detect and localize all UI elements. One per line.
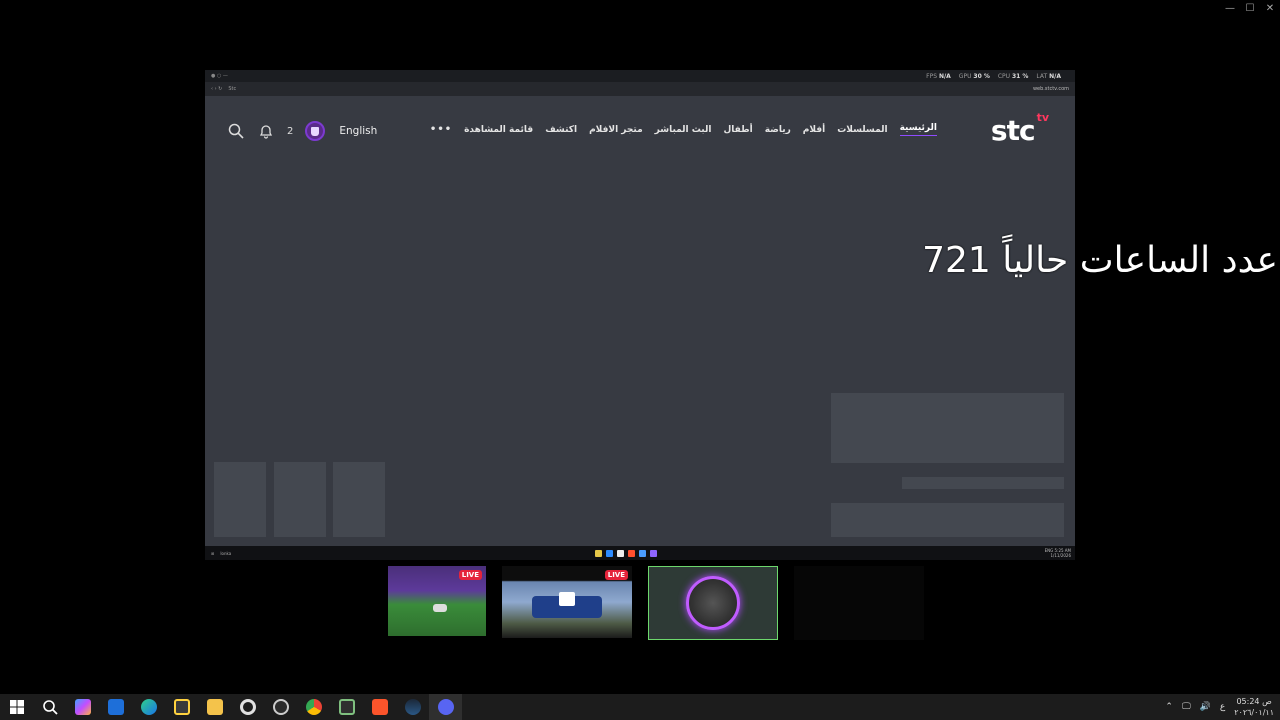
performance-stats: FPS N/A GPU 30 % CPU 31 % LAT N/A	[926, 73, 1069, 80]
gpu-stat: GPU 30 %	[958, 72, 990, 80]
nav-movies[interactable]: أفلام	[803, 125, 825, 135]
thumbnail-dark-stream[interactable]	[794, 566, 924, 640]
fps-stat: FPS N/A	[926, 72, 951, 80]
nav-kids[interactable]: أطفال	[723, 125, 752, 135]
remote-search[interactable]: Ionka	[220, 551, 231, 556]
minimize-icon[interactable]: —	[1220, 0, 1240, 16]
app-icon[interactable]	[617, 549, 624, 557]
obs-icon[interactable]	[264, 694, 297, 720]
chrome-icon[interactable]	[297, 694, 330, 720]
site-header: 2 English ••• قائمة المشاهدة اكتشف متجر …	[205, 96, 1075, 162]
orb-icon	[686, 576, 740, 630]
steam-icon[interactable]	[396, 694, 429, 720]
brave-icon[interactable]	[363, 694, 396, 720]
edge-icon[interactable]	[132, 694, 165, 720]
clock-time: 05:24 ص	[1236, 697, 1272, 706]
thumbnail-rocket-league[interactable]: LIVE	[388, 566, 486, 636]
remote-tab-dot-icon: ● ○ —	[211, 73, 228, 79]
network-icon[interactable]: 🖵	[1182, 702, 1191, 712]
file-explorer-icon[interactable]	[198, 694, 231, 720]
close-icon[interactable]: ✕	[1260, 0, 1280, 16]
app-icon[interactable]	[606, 549, 613, 557]
address-domain: web.stctv.com	[1032, 86, 1069, 92]
thumbnail-driving-game[interactable]: LIVE	[502, 566, 632, 638]
stctv-logo[interactable]: stc tv	[990, 110, 1049, 147]
folder-icon[interactable]	[595, 549, 602, 557]
windows-taskbar: ⌃ 🖵 🔊 ع 05:24 ص ٢٠٢٦/٠١/١١	[0, 694, 1280, 720]
store-icon[interactable]	[165, 694, 198, 720]
chevron-up-icon[interactable]: ⌃	[1165, 702, 1173, 712]
app-icon[interactable]	[639, 549, 646, 557]
remote-taskbar-apps	[595, 549, 657, 557]
remote-start-icon[interactable]: ⊞	[211, 551, 214, 556]
language-toggle[interactable]: English	[339, 125, 377, 137]
nav-sports[interactable]: رياضة	[765, 125, 791, 135]
address-text[interactable]: Stc	[228, 86, 1027, 92]
skeleton-poster	[274, 462, 326, 537]
window-controls: — ☐ ✕	[1220, 0, 1280, 16]
bell-icon[interactable]	[257, 122, 275, 140]
main-nav: ••• قائمة المشاهدة اكتشف متجر الافلام ال…	[430, 123, 937, 136]
brave-icon[interactable]	[628, 549, 635, 557]
thumbnail-profile-orb[interactable]	[648, 566, 778, 640]
clock-date: ٢٠٢٦/٠١/١١	[1234, 708, 1274, 717]
remote-date: 1/11/2026	[1050, 553, 1071, 558]
nav-buttons-icon[interactable]: ‹ › ↻	[211, 86, 222, 92]
live-badge: LIVE	[458, 570, 482, 580]
xbox-icon[interactable]	[330, 694, 363, 720]
remote-desktop-stream[interactable]: ● ○ — FPS N/A GPU 30 % CPU 31 % LAT N/A …	[205, 70, 1075, 560]
copilot-icon[interactable]	[66, 694, 99, 720]
nav-discover[interactable]: اكتشف	[545, 125, 577, 135]
lat-stat: LAT N/A	[1036, 72, 1061, 80]
remote-clock: ENG 5:25 AM 1/11/2026	[1045, 548, 1071, 558]
nav-movie-store[interactable]: متجر الافلام	[589, 125, 643, 135]
remote-address-bar[interactable]: ‹ › ↻ Stc web.stctv.com	[205, 82, 1075, 96]
skeleton-poster	[333, 462, 385, 537]
stream-thumbnails: LIVE LIVE	[388, 566, 924, 640]
search-icon[interactable]	[227, 122, 245, 140]
settings-icon[interactable]	[231, 694, 264, 720]
system-tray: ⌃ 🖵 🔊 ع 05:24 ص ٢٠٢٦/٠١/١١	[1165, 694, 1274, 720]
outlook-icon[interactable]	[99, 694, 132, 720]
cpu-stat: CPU 31 %	[997, 72, 1029, 80]
stctv-site: 2 English ••• قائمة المشاهدة اكتشف متجر …	[205, 96, 1075, 546]
taskbar-apps	[0, 694, 462, 720]
app-icon[interactable]	[650, 549, 657, 557]
header-actions: 2 English	[227, 121, 377, 141]
notification-count: 2	[287, 125, 294, 137]
more-menu-icon[interactable]: •••	[430, 124, 452, 135]
skeleton-poster	[214, 462, 266, 537]
nav-watchlist[interactable]: قائمة المشاهدة	[464, 125, 533, 135]
logo-text: stc	[990, 114, 1036, 147]
maximize-icon[interactable]: ☐	[1240, 0, 1260, 16]
profile-avatar[interactable]	[305, 121, 326, 141]
hours-overlay-text: عدد الساعات حالياً 721	[922, 240, 1278, 281]
skeleton-text-line	[902, 477, 1064, 489]
cup-icon	[311, 126, 320, 136]
nav-series[interactable]: المسلسلات	[837, 125, 887, 135]
live-badge: LIVE	[604, 570, 628, 580]
search-icon[interactable]	[33, 694, 66, 720]
nav-live[interactable]: البث المباشر	[655, 125, 712, 135]
remote-taskbar: ⊞ Ionka ENG 5:25 AM 1/11/2026	[205, 546, 1075, 560]
input-language[interactable]: ع	[1220, 702, 1225, 712]
windows-start-icon[interactable]	[0, 694, 33, 720]
logo-sup: tv	[1036, 110, 1049, 124]
remote-browser-tabbar: ● ○ — FPS N/A GPU 30 % CPU 31 % LAT N/A	[205, 70, 1075, 82]
skeleton-button	[831, 503, 1064, 537]
volume-icon[interactable]: 🔊	[1200, 702, 1211, 712]
taskbar-clock[interactable]: 05:24 ص ٢٠٢٦/٠١/١١	[1234, 696, 1274, 718]
nav-home[interactable]: الرئيسية	[899, 123, 937, 136]
skeleton-hero-card	[831, 393, 1064, 463]
car-icon	[433, 604, 447, 612]
monitor-icon	[559, 592, 575, 606]
discord-icon[interactable]	[429, 694, 462, 720]
